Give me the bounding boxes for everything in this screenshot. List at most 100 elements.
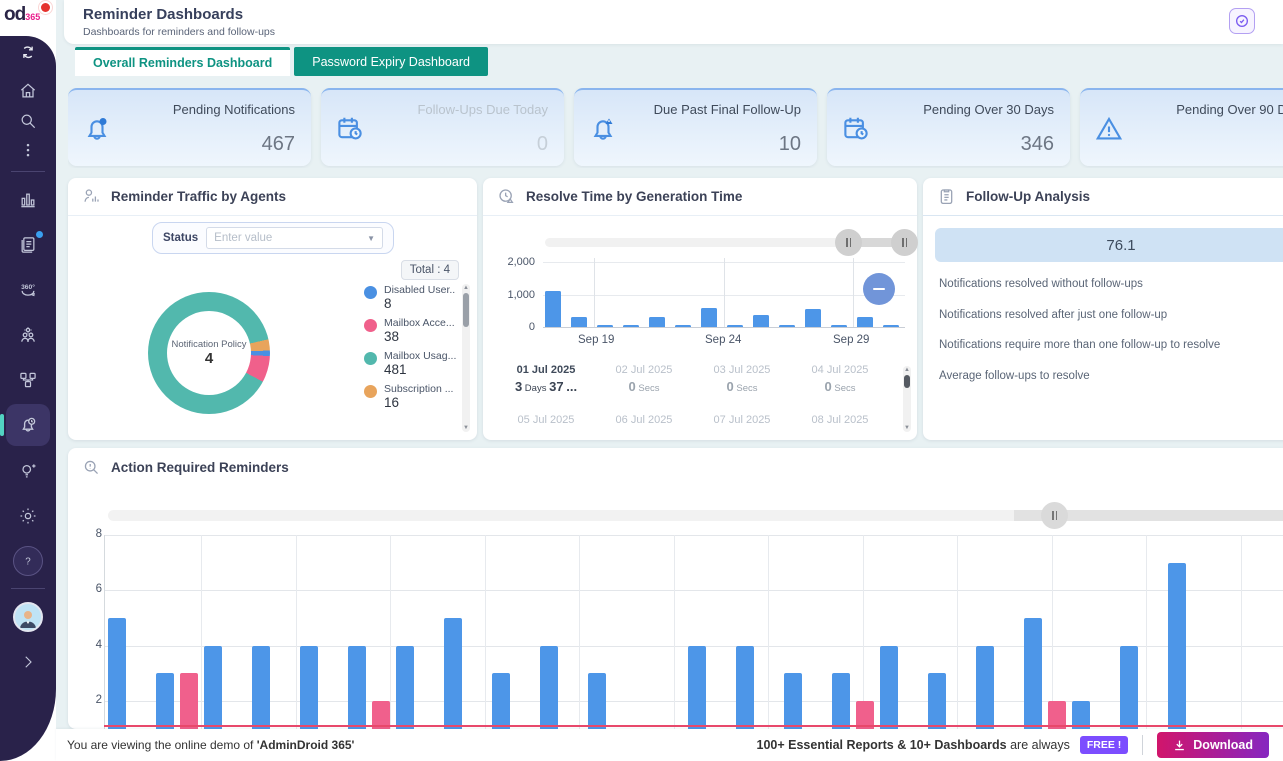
resolve-bar[interactable] <box>649 317 665 327</box>
sidebar-item-insights[interactable] <box>8 448 48 493</box>
resolve-bar[interactable] <box>701 308 717 327</box>
action-bar[interactable] <box>588 673 606 729</box>
action-bar[interactable] <box>348 646 366 730</box>
resolve-table-cell: 03 Jul 20250 Secs <box>693 364 791 400</box>
download-button[interactable]: Download <box>1157 732 1269 758</box>
sync-icon[interactable] <box>19 44 37 62</box>
sidebar-nav: 360°? <box>6 76 50 684</box>
resolve-table-scrollbar[interactable]: ▲ ▼ <box>903 366 911 432</box>
sidebar-item-reminders[interactable] <box>6 404 50 446</box>
resolve-bars <box>545 261 899 327</box>
legend-item[interactable]: Subscription ...16 <box>364 383 456 410</box>
legend-label: Subscription ... <box>384 383 453 395</box>
action-bars <box>108 535 1216 729</box>
sidebar-item-more[interactable] <box>8 136 48 166</box>
legend-item[interactable]: Mailbox Acce...38 <box>364 317 456 344</box>
sidebar-item-search[interactable] <box>8 106 48 136</box>
resolve-bar[interactable] <box>805 309 821 327</box>
sidebar-item-reports[interactable] <box>8 222 48 267</box>
notification-donut-chart[interactable]: Notification Policy 4 <box>148 292 270 414</box>
legend-scrollbar[interactable]: ▲ ▼ <box>462 284 470 432</box>
schedule-button[interactable] <box>1229 8 1255 34</box>
app-logo[interactable]: od365 <box>4 4 56 36</box>
followup-row-label: Average follow-ups to resolve <box>939 370 1090 382</box>
resolve-bar[interactable] <box>883 325 899 327</box>
action-bar-group <box>444 618 462 729</box>
action-bar[interactable] <box>928 673 946 729</box>
kpi-card-due-past-final-follow-up[interactable]: Due Past Final Follow-Up10 <box>574 88 817 166</box>
kpi-card-follow-ups-due-today[interactable]: Follow-Ups Due Today0 <box>321 88 564 166</box>
action-bar[interactable] <box>1168 563 1186 729</box>
kpi-card-pending-notifications[interactable]: Pending Notifications467 <box>68 88 311 166</box>
action-bar[interactable] <box>180 673 198 729</box>
kpi-card-pending-over-30-days[interactable]: Pending Over 30 Days346 <box>827 88 1070 166</box>
resolve-ytick-0: 0 <box>491 321 535 333</box>
resolve-bar[interactable] <box>753 315 769 327</box>
action-bar[interactable] <box>108 618 126 729</box>
action-bar[interactable] <box>832 673 850 729</box>
kpi-value: 467 <box>262 133 295 156</box>
status-filter-input[interactable]: Enter value ▼ <box>206 227 383 249</box>
action-bar[interactable] <box>300 646 318 730</box>
sidebar-item-admin-center[interactable] <box>8 312 48 357</box>
resolve-bar[interactable] <box>727 325 743 327</box>
action-bar-group <box>928 673 946 729</box>
page-title: Reminder Dashboards <box>83 6 243 23</box>
main-area: Reminder Dashboards Dashboards for remin… <box>56 0 1283 761</box>
kpi-card-pending-over-90-days[interactable]: Pending Over 90 Days <box>1080 88 1283 166</box>
tab-overall-reminders[interactable]: Overall Reminders Dashboard <box>75 47 290 76</box>
sidebar-item-profile[interactable] <box>8 594 48 639</box>
action-bar[interactable] <box>1120 646 1138 730</box>
demo-product-name: 'AdminDroid 365' <box>257 738 355 752</box>
tab-password-expiry[interactable]: Password Expiry Dashboard <box>294 47 488 76</box>
action-bar[interactable] <box>976 646 994 730</box>
resolve-bar[interactable] <box>623 325 639 327</box>
action-slider-handle[interactable] <box>1041 502 1068 529</box>
sidebar-item-settings[interactable] <box>8 493 48 538</box>
resolve-range-slider[interactable] <box>545 238 907 247</box>
card-reminder-traffic: Reminder Traffic by Agents Status Enter … <box>68 178 477 440</box>
resolve-bar[interactable] <box>831 325 847 327</box>
action-bar[interactable] <box>540 646 558 730</box>
sidebar-item-analytics[interactable] <box>8 177 48 222</box>
resolve-slider-handle-right[interactable] <box>891 229 918 256</box>
resolve-table-date: 07 Jul 2025 <box>693 414 791 426</box>
followup-highlight-value: 76.1 <box>935 228 1283 262</box>
resolve-slider-handle-left[interactable] <box>835 229 862 256</box>
action-range-slider[interactable] <box>108 510 1283 521</box>
resolve-bar[interactable] <box>675 325 691 327</box>
resolve-bar[interactable] <box>857 317 873 327</box>
action-bar[interactable] <box>880 646 898 730</box>
resolve-bar[interactable] <box>597 325 613 327</box>
action-bar[interactable] <box>204 646 222 730</box>
sidebar-item-automation[interactable] <box>8 357 48 402</box>
action-bar[interactable] <box>1024 618 1042 729</box>
legend-item[interactable]: Mailbox Usag...481 <box>364 350 456 377</box>
action-bar-group <box>688 646 706 730</box>
kpi-value: 0 <box>537 133 548 156</box>
sidebar-item-360-view[interactable]: 360° <box>8 267 48 312</box>
action-bar[interactable] <box>444 618 462 729</box>
legend-item[interactable]: Disabled User...8 <box>364 284 456 311</box>
action-bar[interactable] <box>688 646 706 730</box>
resolve-bar[interactable] <box>571 317 587 327</box>
sidebar-item-expand[interactable] <box>8 639 48 684</box>
action-ytick-4: 4 <box>86 639 102 651</box>
chevron-down-icon[interactable]: ▼ <box>367 234 375 243</box>
resolve-xtick-2: Sep 24 <box>705 334 741 346</box>
legend-value: 38 <box>384 329 455 344</box>
action-bar[interactable] <box>156 673 174 729</box>
action-bar[interactable] <box>396 646 414 730</box>
action-bar[interactable] <box>492 673 510 729</box>
action-bar-group <box>784 673 802 729</box>
action-bar[interactable] <box>784 673 802 729</box>
action-bar[interactable] <box>252 646 270 730</box>
action-bar[interactable] <box>736 646 754 730</box>
user-avatar-image <box>13 602 43 632</box>
sidebar-item-help[interactable]: ? <box>8 538 48 583</box>
donut-center-label: Notification Policy <box>172 339 247 350</box>
sidebar-item-home[interactable] <box>8 76 48 106</box>
resolve-bar[interactable] <box>779 325 795 327</box>
resolve-zoom-out-button[interactable] <box>863 273 895 305</box>
resolve-bar[interactable] <box>545 291 561 327</box>
